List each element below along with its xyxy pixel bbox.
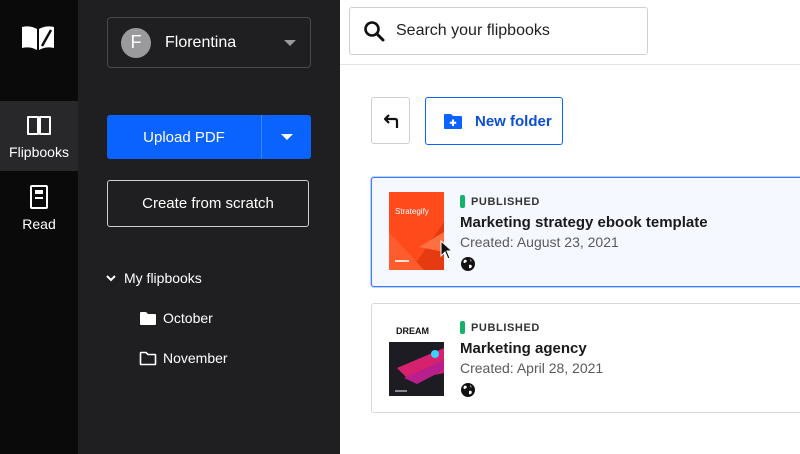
folder-label: November <box>163 350 228 366</box>
upload-options-dropdown[interactable] <box>261 115 311 159</box>
rail-item-label: Read <box>22 216 56 232</box>
chevron-down-icon <box>284 40 296 46</box>
card-title: Marketing strategy ebook template <box>460 214 708 231</box>
search-icon <box>364 21 385 42</box>
main-content: Search your flipbooks New folder Strateg… <box>340 0 800 454</box>
new-folder-label: New folder <box>475 112 552 130</box>
arrow-back-icon <box>383 113 398 128</box>
folder-add-icon <box>444 113 462 129</box>
status-badge: PUBLISHED <box>460 195 708 208</box>
document-icon <box>30 185 48 209</box>
upload-pdf-button[interactable]: Upload PDF <box>107 115 311 159</box>
card-title: Marketing agency <box>460 340 587 357</box>
avatar: F <box>121 27 151 58</box>
flipbook-thumbnail[interactable]: DREAM <box>389 318 444 396</box>
tree-root-label: My flipbooks <box>124 270 202 286</box>
rail-item-label: Flipbooks <box>9 144 69 160</box>
folder-item-november[interactable]: November <box>139 350 228 366</box>
globe-icon <box>461 383 475 397</box>
rail-item-flipbooks[interactable]: Flipbooks <box>0 101 78 171</box>
caret-down-icon <box>280 134 293 140</box>
card-info: PUBLISHED Marketing strategy ebook templ… <box>460 195 708 277</box>
thumbnail-title: DREAM <box>396 326 429 336</box>
flipbook-thumbnail[interactable]: Strategify <box>389 192 444 270</box>
top-bar: Search your flipbooks <box>340 0 800 65</box>
status-badge: PUBLISHED <box>460 321 603 334</box>
status-label: PUBLISHED <box>471 321 540 334</box>
back-button[interactable] <box>371 97 410 144</box>
search-placeholder: Search your flipbooks <box>396 22 550 39</box>
chevron-down-icon <box>106 275 116 282</box>
card-created-date: Created: August 23, 2021 <box>460 234 619 250</box>
tree-root-my-flipbooks[interactable]: My flipbooks <box>106 270 202 286</box>
card-created-date: Created: April 28, 2021 <box>460 360 604 376</box>
book-open-icon <box>27 116 51 135</box>
status-dot <box>460 195 465 208</box>
rail-item-read[interactable]: Read <box>0 173 78 243</box>
thumbnail-title: Strategify <box>395 207 429 216</box>
app-rail: Flipbooks Read <box>0 0 78 454</box>
create-from-scratch-button[interactable]: Create from scratch <box>107 180 309 227</box>
upload-pdf-label[interactable]: Upload PDF <box>107 115 261 159</box>
flipbook-card[interactable]: DREAM PUBLISHED Marketing agency Created… <box>371 303 800 413</box>
status-dot <box>460 321 465 334</box>
new-folder-button[interactable]: New folder <box>425 97 563 145</box>
sidebar: F Florentina Upload PDF Create from scra… <box>78 0 340 454</box>
mouse-cursor-icon <box>440 240 454 260</box>
folder-outline-icon <box>139 351 157 365</box>
user-name: Florentina <box>165 33 237 51</box>
globe-icon <box>461 257 475 271</box>
search-input[interactable]: Search your flipbooks <box>349 7 648 55</box>
folder-filled-icon <box>140 311 156 325</box>
status-label: PUBLISHED <box>471 195 540 208</box>
flipbook-card[interactable]: Strategify PUBLISHED Marketing strategy … <box>371 177 800 287</box>
logo-icon[interactable] <box>20 24 56 52</box>
account-selector[interactable]: F Florentina <box>107 17 311 68</box>
folder-item-october[interactable]: October <box>139 310 213 326</box>
folder-label: October <box>163 310 213 326</box>
card-info: PUBLISHED Marketing agency Created: Apri… <box>460 321 603 403</box>
